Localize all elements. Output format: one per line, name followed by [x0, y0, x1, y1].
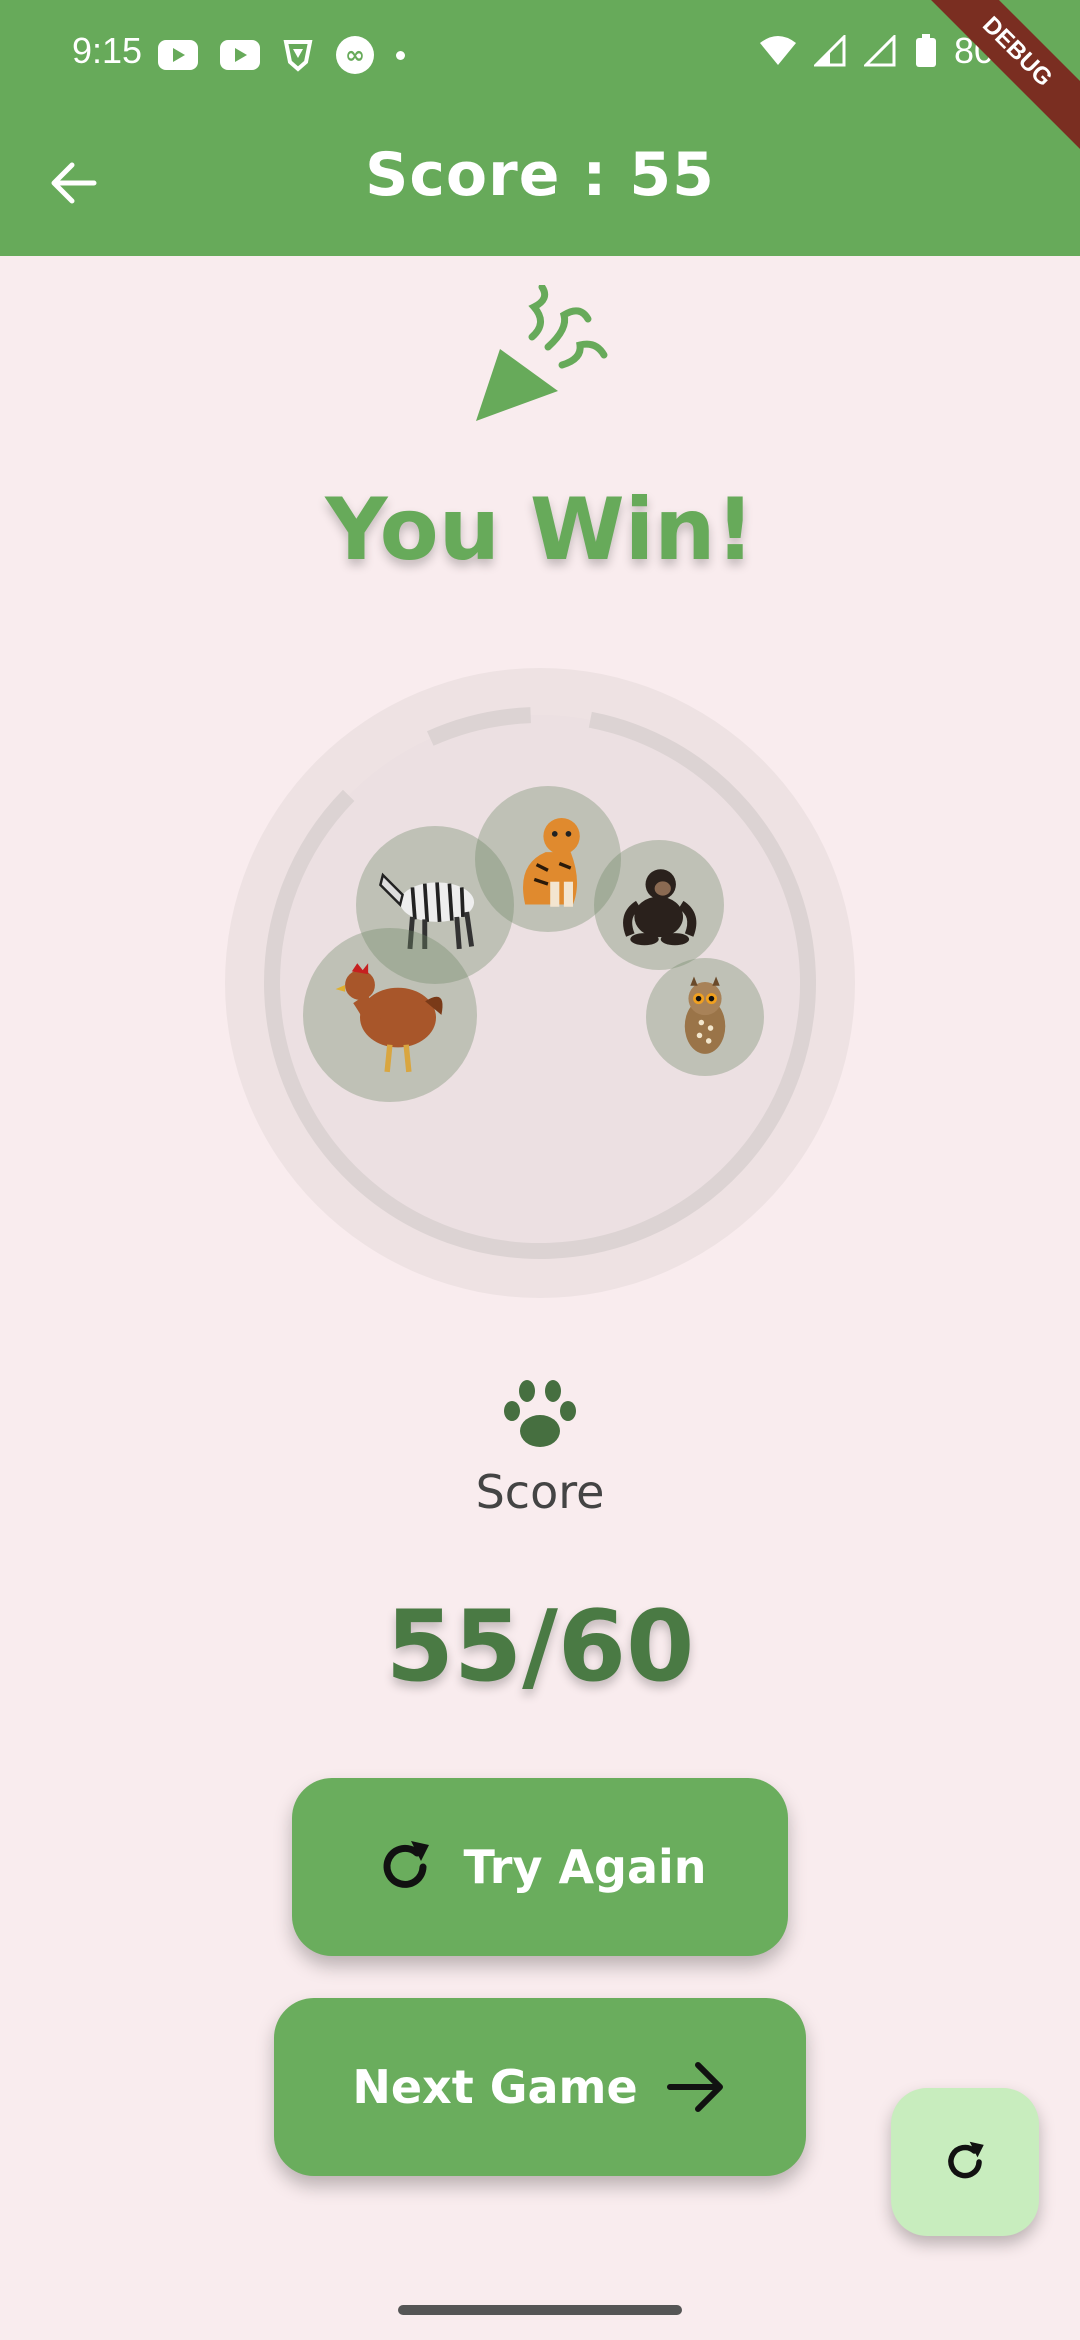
- dot-icon: [396, 50, 405, 60]
- battery-icon: [915, 34, 936, 67]
- shield-icon: [283, 40, 313, 72]
- signal-icon: [813, 35, 846, 67]
- paw-icon: [504, 1380, 576, 1447]
- status-time: 9:15: [72, 30, 143, 71]
- animal-chimpanzee: [594, 840, 724, 970]
- win-heading: You Win!: [325, 480, 755, 580]
- next-game-button[interactable]: Next Game: [274, 1998, 806, 2176]
- score-value: 55/60: [385, 1590, 695, 1704]
- title-prefix: Score :: [365, 140, 608, 210]
- status-bar: 9:15 ∞ 80%: [0, 0, 1080, 108]
- page-title: Score : 55: [0, 140, 1080, 210]
- refresh-icon: [948, 2141, 984, 2179]
- title-score: 55: [629, 140, 715, 210]
- arrow-right-icon: [666, 2062, 723, 2112]
- home-indicator[interactable]: [398, 2305, 682, 2315]
- score-label: Score: [475, 1465, 605, 1519]
- next-game-label: Next Game: [352, 2060, 638, 2114]
- youtube-icon: [220, 40, 260, 70]
- try-again-label: Try Again: [463, 1840, 707, 1894]
- party-popper-icon: [476, 285, 608, 421]
- notification-icons: ∞: [158, 36, 405, 74]
- animal-chicken: [303, 928, 477, 1102]
- link-icon: ∞: [336, 36, 374, 74]
- app-bar: 9:15 ∞ 80%: [0, 0, 1080, 256]
- refresh-icon: [383, 1841, 430, 1888]
- restart-fab[interactable]: [891, 2088, 1039, 2236]
- youtube-icon: [158, 40, 198, 70]
- signal-icon: [863, 35, 896, 67]
- try-again-button[interactable]: Try Again: [292, 1778, 788, 1956]
- wifi-icon: [759, 36, 796, 65]
- animal-owl: [646, 958, 764, 1076]
